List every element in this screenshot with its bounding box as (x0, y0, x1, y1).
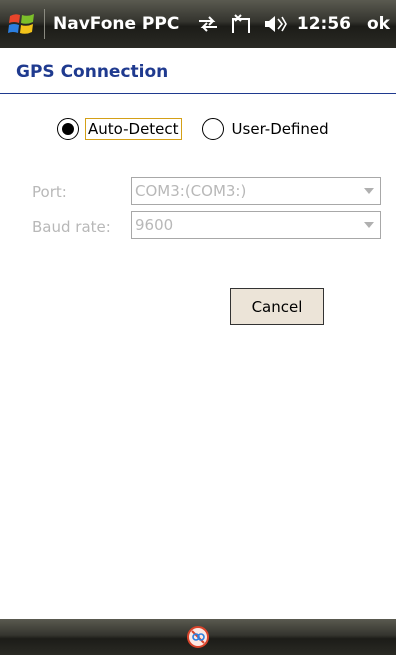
title-bar: NavFone PPC 12:56 ok (0, 0, 396, 48)
port-dropdown[interactable]: COM3:(COM3:) (131, 177, 381, 205)
input-panel-button[interactable] (184, 623, 212, 651)
chevron-down-icon[interactable] (358, 188, 380, 194)
connectivity-icon[interactable] (197, 15, 219, 33)
system-tray: 12:56 ok (197, 13, 396, 35)
radio-circle[interactable] (57, 118, 79, 140)
port-label: Port: (32, 183, 67, 201)
chevron-down-icon[interactable] (358, 222, 380, 228)
detection-mode-radio-group: Auto-Detect User-Defined (57, 118, 331, 140)
volume-icon[interactable] (263, 14, 287, 34)
header-divider (0, 93, 396, 94)
user-defined-label[interactable]: User-Defined (230, 119, 331, 139)
cancel-button[interactable]: Cancel (230, 288, 324, 325)
page-title: GPS Connection (16, 62, 169, 82)
title-separator (44, 9, 45, 39)
auto-detect-radio[interactable]: Auto-Detect (57, 118, 182, 140)
baud-rate-value: 9600 (135, 216, 174, 234)
windows-flag-icon (8, 14, 34, 34)
keyboard-icon (187, 626, 209, 648)
soft-key-bar (0, 619, 396, 655)
baud-rate-label: Baud rate: (32, 218, 111, 236)
clock[interactable]: 12:56 (297, 14, 351, 34)
port-value: COM3:(COM3:) (135, 182, 247, 200)
signal-off-icon[interactable] (229, 13, 253, 35)
baud-rate-dropdown[interactable]: 9600 (131, 211, 381, 239)
user-defined-radio[interactable]: User-Defined (201, 118, 331, 140)
auto-detect-label[interactable]: Auto-Detect (85, 118, 182, 140)
radio-selected-dot (62, 123, 74, 135)
app-title: NavFone PPC (53, 14, 180, 34)
start-button[interactable] (0, 0, 44, 48)
ok-button[interactable]: ok (361, 14, 390, 34)
radio-circle[interactable] (201, 118, 224, 140)
